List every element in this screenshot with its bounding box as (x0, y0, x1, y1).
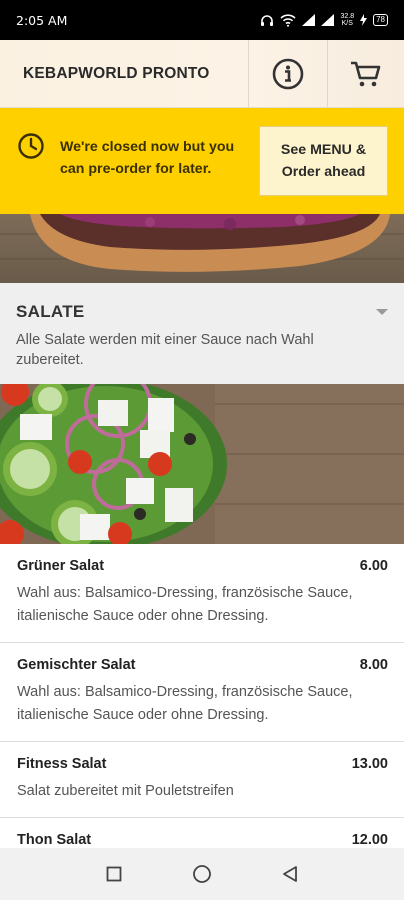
system-nav-bar (0, 848, 404, 900)
item-description: Wahl aus: Balsamico-Dressing, französisc… (17, 585, 353, 624)
salad-category-image (0, 384, 404, 544)
wifi-icon (280, 13, 297, 27)
status-bar: 2:05 AM 32.8 K/S 78 (0, 0, 404, 40)
closed-notice-banner: We're closed now but you can pre-order f… (0, 108, 404, 214)
kebab-banner-image (0, 214, 404, 283)
see-menu-order-ahead-button[interactable]: See MENU & Order ahead (259, 126, 388, 196)
status-icons: 32.8 K/S 78 (260, 13, 388, 27)
info-button[interactable] (248, 40, 327, 108)
cart-button[interactable] (327, 40, 404, 108)
kebab-illustration (0, 214, 404, 283)
item-price: 8.00 (359, 657, 388, 673)
chevron-down-icon[interactable] (376, 309, 388, 315)
item-price: 6.00 (359, 558, 388, 574)
item-name: Grüner Salat (17, 558, 105, 574)
square-icon (106, 866, 122, 882)
category-description: Alle Salate werden mit einer Sauce nach … (16, 332, 314, 368)
recents-button[interactable] (94, 854, 134, 894)
network-speed-unit: K/S (341, 20, 353, 27)
signal-icon-2 (321, 14, 335, 26)
shopping-cart-icon (351, 61, 381, 87)
network-speed-value: 32.8 (340, 13, 355, 20)
signal-icon (302, 14, 316, 26)
item-name: Thon Salat (17, 832, 92, 848)
menu-item[interactable]: Gemischter Salat 8.00 Wahl aus: Balsamic… (0, 643, 404, 742)
item-price: 12.00 (351, 832, 388, 848)
item-name: Fitness Salat (17, 756, 107, 772)
category-title: SALATE (16, 302, 85, 321)
closed-notice-text: We're closed now but you can pre-order f… (60, 139, 235, 177)
category-header[interactable]: SALATE Alle Salate werden mit einer Sauc… (0, 283, 404, 384)
back-button[interactable] (270, 854, 310, 894)
battery-level: 78 (376, 15, 385, 24)
clock-icon (18, 133, 44, 159)
item-price: 13.00 (351, 756, 388, 772)
battery-icon: 78 (373, 14, 388, 26)
menu-item-list: Grüner Salat 6.00 Wahl aus: Balsamico-Dr… (0, 544, 404, 863)
headphones-icon (261, 14, 274, 26)
charging-icon (360, 14, 368, 26)
triangle-back-icon (283, 866, 297, 882)
item-name: Gemischter Salat (17, 657, 136, 673)
home-button[interactable] (182, 854, 222, 894)
menu-item[interactable]: Fitness Salat 13.00 Salat zubereitet mit… (0, 742, 404, 818)
info-circle-icon (272, 58, 304, 90)
menu-item[interactable]: Grüner Salat 6.00 Wahl aus: Balsamico-Dr… (0, 544, 404, 643)
app-header: KEBAPWORLD PRONTO (0, 40, 404, 108)
restaurant-title: KEBAPWORLD PRONTO (23, 64, 210, 82)
item-description: Salat zubereitet mit Pouletstreifen (17, 783, 234, 799)
status-time: 2:05 AM (16, 12, 68, 28)
network-speed: 32.8 K/S (340, 13, 354, 27)
circle-icon (193, 865, 211, 883)
item-description: Wahl aus: Balsamico-Dressing, französisc… (17, 684, 353, 723)
salad-illustration (0, 384, 404, 544)
